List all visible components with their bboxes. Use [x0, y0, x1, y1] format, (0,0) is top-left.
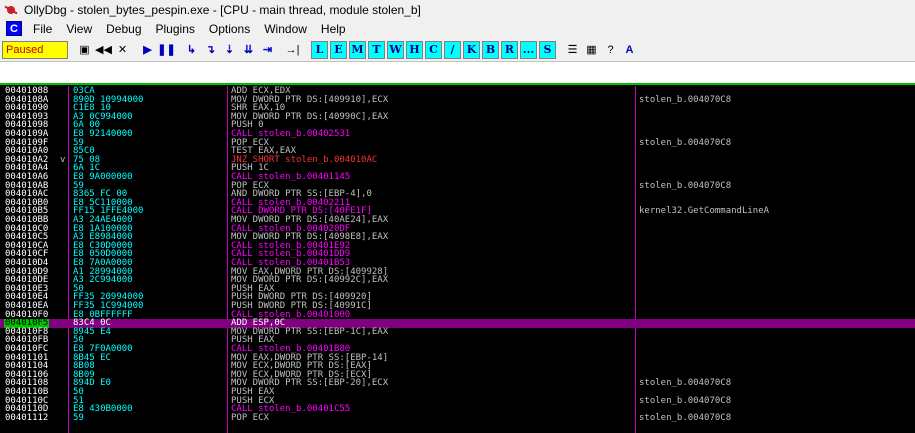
step-over-icon[interactable]: ↴ — [202, 41, 219, 58]
menu-debug[interactable]: Debug — [99, 22, 148, 36]
trace-into-icon[interactable]: ⇣ — [221, 41, 238, 58]
windows-button[interactable]: W — [387, 40, 404, 59]
menu-help[interactable]: Help — [314, 22, 353, 36]
table-row[interactable]: 004010D4 E8 7A0A0000 CALL stolen_b.00401B5… — [0, 259, 915, 268]
handles-button[interactable]: H — [406, 40, 423, 59]
table-row[interactable]: 00401093 A3 0C994000 MOV DWORD PTR DS:[409… — [0, 113, 915, 122]
table-row[interactable]: 004010FB 50 PUSH EAX — [0, 336, 915, 345]
comment-cell: kernel32.GetCommandLineA — [639, 206, 770, 217]
ollydbg-bug-icon — [4, 3, 18, 17]
table-row[interactable]: 004010C0 E8 1A100000 CALL stolen_b.004020D… — [0, 224, 915, 234]
table-row[interactable]: 0040110C 51 PUSH ECX stolen_b.004070C8 — [0, 395, 915, 406]
memory-map-button[interactable]: M — [349, 40, 366, 59]
help-icon[interactable]: ? — [602, 41, 619, 58]
assembler-icon[interactable]: A — [621, 41, 638, 58]
execute-till-return-icon[interactable]: ⇥ — [259, 41, 276, 58]
menu-bar: C File View Debug Plugins Options Window… — [0, 19, 915, 38]
cpu-button[interactable]: C — [425, 40, 442, 59]
threads-button[interactable]: T — [368, 40, 385, 59]
table-row[interactable]: 004010A6 E8 9A000000 CALL stolen_b.0040114… — [0, 173, 915, 182]
table-row[interactable]: 004010F5 83C4 0C ADD ESP,0C — [0, 319, 915, 328]
table-row[interactable]: 004010F0 E8 0BFFFFFF CALL stolen_b.0040100… — [0, 310, 915, 320]
window-title: OllyDbg - stolen_bytes_pespin.exe - [CPU… — [24, 2, 421, 17]
menu-window[interactable]: Window — [257, 22, 314, 36]
table-row[interactable]: 004010AC 8365 FC 00 AND DWORD PTR SS:[EBP-… — [0, 190, 915, 199]
mdi-client-area — [0, 62, 915, 84]
table-row[interactable]: 00401112 59 POP ECX stolen_b.004070C8 — [0, 414, 915, 423]
log-window-button[interactable]: L — [311, 40, 328, 59]
hex-dump-cell: 59 — [73, 412, 84, 423]
run-icon[interactable]: ▶ — [139, 41, 156, 58]
table-row[interactable]: 00401104 8B08 MOV ECX,DWORD PTR DS:[EAX] — [0, 362, 915, 371]
comment-cell: stolen_b.004070C8 — [639, 137, 732, 148]
table-row[interactable]: 00401098 6A 00 PUSH 0 — [0, 121, 915, 130]
table-row[interactable]: 004010A4 6A 1C PUSH 1C — [0, 164, 915, 173]
close-icon[interactable]: ✕ — [114, 41, 131, 58]
table-row[interactable]: 004010BB A3 24AE4000 MOV DWORD PTR DS:[40A… — [0, 216, 915, 225]
table-row[interactable]: 004010D9 A1 28994000 MOV EAX,DWORD PTR DS:… — [0, 267, 915, 277]
executable-modules-button[interactable]: E — [330, 40, 347, 59]
restart-icon[interactable]: ◀◀ — [95, 41, 112, 58]
table-row[interactable]: 004010CA E8 C30D0000 CALL stolen_b.00401E9… — [0, 242, 915, 251]
source-button[interactable]: S — [539, 40, 556, 59]
table-row[interactable]: 0040110D E8 430B0000 CALL stolen_b.00401C5… — [0, 405, 915, 414]
list-icon[interactable]: ☰ — [564, 41, 581, 58]
status-badge: Paused — [2, 40, 68, 59]
table-row[interactable]: 004010AB 59 POP ECX stolen_b.004070C8 — [0, 180, 915, 191]
table-row[interactable]: 00401101 8B45 EC MOV EAX,DWORD PTR SS:[EBP… — [0, 353, 915, 363]
toolbar: Paused ▣ ◀◀ ✕ ▶ ❚❚ ↳ ↴ ⇣ ⇊ ⇥ →| L E M T … — [0, 38, 915, 62]
table-row[interactable]: 00401108 894D E0 MOV DWORD PTR SS:[EBP-20]… — [0, 379, 915, 388]
menu-plugins[interactable]: Plugins — [149, 22, 202, 36]
call-stack-button[interactable]: K — [463, 40, 480, 59]
comment-cell: stolen_b.004070C8 — [639, 378, 732, 389]
menu-file[interactable]: File — [26, 22, 59, 36]
comment-cell: stolen_b.004070C8 — [639, 180, 732, 191]
table-row[interactable]: 004010C5 A3 E8984000 MOV DWORD PTR DS:[409… — [0, 233, 915, 242]
comment-cell: stolen_b.004070C8 — [639, 94, 732, 105]
disassembly-cell: POP ECX — [231, 412, 269, 423]
table-row[interactable]: 004010CF E8 050D0000 CALL stolen_b.00401DD… — [0, 250, 915, 259]
table-row[interactable]: 0040109F 59 POP ECX stolen_b.004070C8 — [0, 137, 915, 148]
table-row[interactable]: 004010A0 85C0 TEST EAX,EAX — [0, 147, 915, 156]
table-row[interactable]: 004010FC E8 7F0A0000 CALL stolen_b.00401B8… — [0, 345, 915, 354]
table-row[interactable]: 0040110B 50 PUSH EAX — [0, 388, 915, 397]
active-window-border — [0, 83, 915, 85]
references-button[interactable]: R — [501, 40, 518, 59]
table-row[interactable]: 0040108A 890D 10994000 MOV DWORD PTR DS:[4… — [0, 94, 915, 105]
run-trace-button[interactable]: ... — [520, 40, 537, 59]
table-row[interactable]: 004010EA FF35 1C994000 PUSH DWORD PTR DS:[… — [0, 302, 915, 311]
step-into-icon[interactable]: ↳ — [183, 41, 200, 58]
menu-view[interactable]: View — [59, 22, 99, 36]
goto-icon[interactable]: →| — [284, 41, 301, 58]
table-row[interactable]: 00401090 C1E8 10 SHR EAX,10 — [0, 104, 915, 113]
cpu-window-icon[interactable]: C — [6, 21, 22, 36]
table-row[interactable]: 004010F8 8945 E4 MOV DWORD PTR SS:[EBP-1C]… — [0, 328, 915, 337]
jump-arrow: v — [60, 154, 66, 165]
open-icon[interactable]: ▣ — [76, 41, 93, 58]
trace-over-icon[interactable]: ⇊ — [240, 41, 257, 58]
comment-cell: stolen_b.004070C8 — [639, 395, 732, 406]
table-row[interactable]: 0040109A E8 92140000 CALL stolen_b.0040253… — [0, 130, 915, 139]
palette-icon[interactable]: ▦ — [583, 41, 600, 58]
menu-options[interactable]: Options — [202, 22, 257, 36]
patches-button[interactable]: / — [444, 40, 461, 59]
disassembly-pane[interactable]: 00401088 03CA ADD ECX,EDX 0040108A 890D 1099… — [0, 86, 915, 433]
comment-cell: stolen_b.004070C8 — [639, 412, 732, 423]
breakpoints-button[interactable]: B — [482, 40, 499, 59]
table-row[interactable]: 00401106 8B09 MOV ECX,DWORD PTR DS:[ECX] — [0, 371, 915, 380]
table-row[interactable]: 004010B5 FF15 1FFE4000 CALL DWORD PTR DS:[… — [0, 207, 915, 216]
address-cell: 00401112 — [5, 412, 49, 423]
pause-icon[interactable]: ❚❚ — [157, 41, 175, 58]
table-row[interactable]: 004010A2 v 75 08 JNZ SHORT stolen_b.004010A… — [0, 156, 915, 165]
title-bar: OllyDbg - stolen_bytes_pespin.exe - [CPU… — [0, 0, 915, 19]
table-row[interactable]: 004010DE A3 2C994000 MOV DWORD PTR DS:[409… — [0, 276, 915, 285]
